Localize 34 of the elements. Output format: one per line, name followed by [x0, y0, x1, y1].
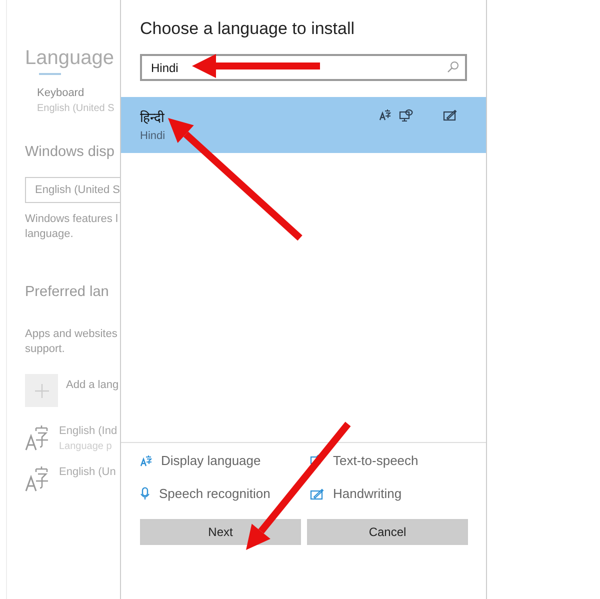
- language-name: Hindi: [140, 130, 166, 142]
- language-icon: [25, 425, 49, 451]
- pen-tablet-icon: [310, 488, 324, 500]
- language-icon: [379, 109, 391, 121]
- next-button[interactable]: Next: [140, 519, 301, 545]
- language-result[interactable]: हिन्दी Hindi: [121, 97, 486, 153]
- section-heading: Windows disp: [25, 144, 116, 160]
- cancel-button[interactable]: Cancel: [307, 519, 468, 545]
- add-language-label: Add a lang: [66, 379, 119, 391]
- section-heading: Preferred lan: [25, 284, 110, 300]
- monitor-speech-icon: [399, 109, 413, 122]
- setting-label: Keyboard: [37, 87, 86, 99]
- microphone-icon: [140, 487, 150, 500]
- description-text: Windows features l: [25, 212, 119, 227]
- language-name: English (Un: [59, 466, 116, 478]
- feature-label: Speech recognition: [159, 486, 270, 501]
- native-language-name: हिन्दी: [140, 109, 166, 126]
- dialog-title: Choose a language to install: [140, 19, 356, 39]
- feature-label: Text-to-speech: [333, 453, 418, 468]
- language-name: English (Ind: [59, 425, 118, 437]
- description-text: Apps and websites: [25, 327, 118, 342]
- feature-label: Handwriting: [333, 486, 402, 501]
- description-text: language.: [25, 227, 74, 242]
- setting-value: English (United S: [37, 103, 116, 114]
- feature-label: Display language: [161, 453, 261, 468]
- pen-tablet-icon: [443, 109, 457, 121]
- description-text: support.: [25, 342, 66, 357]
- add-button[interactable]: [25, 374, 58, 407]
- language-icon: [140, 454, 152, 466]
- plus-icon: [34, 384, 48, 398]
- page-title: Language: [25, 47, 115, 70]
- tab-underline: [39, 73, 61, 75]
- language-icon: [25, 466, 49, 492]
- search-icon: [447, 61, 459, 73]
